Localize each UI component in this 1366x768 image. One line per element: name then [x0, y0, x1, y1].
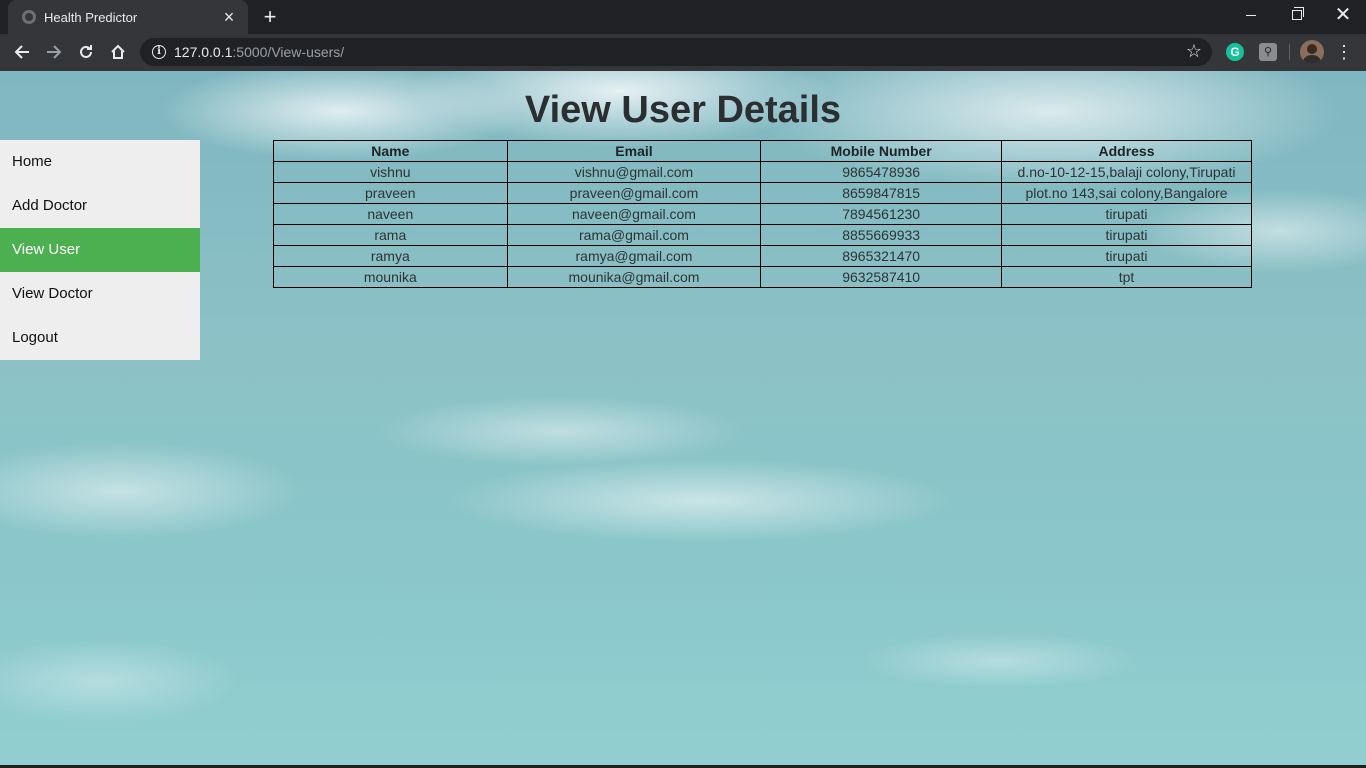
- cell-name: praveen: [273, 182, 508, 204]
- sidebar-item-home[interactable]: Home: [0, 140, 200, 184]
- cell-name: naveen: [273, 203, 508, 225]
- forward-button[interactable]: [40, 38, 68, 66]
- address-bar[interactable]: i 127.0.0.1:5000/View-users/ ☆: [140, 38, 1212, 66]
- table-row: ramya ramya@gmail.com 8965321470 tirupat…: [273, 245, 1252, 267]
- table-row: mounika mounika@gmail.com 9632587410 tpt: [273, 266, 1252, 288]
- cell-email: mounika@gmail.com: [506, 266, 762, 288]
- home-button[interactable]: [104, 38, 132, 66]
- cell-mobile-number: 9632587410: [760, 266, 1003, 288]
- cell-mobile-number: 8965321470: [760, 245, 1003, 267]
- tab-strip: Health Predictor × + ✕: [0, 0, 1366, 34]
- restore-button[interactable]: [1274, 0, 1320, 30]
- back-button[interactable]: [8, 38, 36, 66]
- home-icon: [111, 44, 125, 59]
- column-header-mobile-number: Mobile Number: [760, 140, 1003, 162]
- grammarly-icon[interactable]: G: [1226, 43, 1244, 61]
- cell-email: rama@gmail.com: [506, 224, 762, 246]
- kebab-menu-icon[interactable]: ⋮: [1334, 40, 1354, 64]
- toolbar-divider: [1289, 44, 1290, 60]
- close-window-button[interactable]: ✕: [1320, 0, 1366, 30]
- column-header-address: Address: [1001, 140, 1252, 162]
- url-host: 127.0.0.1: [174, 44, 233, 60]
- users-table: Name Email Mobile Number Address vishnu …: [273, 140, 1252, 288]
- cell-name: ramya: [273, 245, 508, 267]
- cell-address: tirupati: [1001, 203, 1252, 225]
- table-row: vishnu vishnu@gmail.com 9865478936 d.no-…: [273, 161, 1252, 183]
- avatar[interactable]: [1300, 40, 1324, 64]
- sidebar-item-view-user[interactable]: View User: [0, 228, 200, 272]
- table-row: praveen praveen@gmail.com 8659847815 plo…: [273, 182, 1252, 204]
- cell-address: plot.no 143,sai colony,Bangalore: [1001, 182, 1252, 204]
- bulb-icon[interactable]: ⚲: [1259, 43, 1277, 61]
- sidebar-item-view-doctor[interactable]: View Doctor: [0, 272, 200, 316]
- cell-mobile-number: 8855669933: [760, 224, 1003, 246]
- cell-name: vishnu: [273, 161, 508, 183]
- page-viewport: View User Details Home Add Doctor View U…: [0, 71, 1366, 768]
- cell-email: naveen@gmail.com: [506, 203, 762, 225]
- sidebar: Home Add Doctor View User View Doctor Lo…: [0, 140, 200, 360]
- tab-title: Health Predictor: [44, 9, 138, 25]
- cell-address: tirupati: [1001, 224, 1252, 246]
- restore-icon: [1292, 7, 1304, 20]
- info-icon[interactable]: i: [152, 45, 166, 59]
- cell-name: rama: [273, 224, 508, 246]
- cell-address: tpt: [1001, 266, 1252, 288]
- column-header-name: Name: [273, 140, 508, 162]
- column-header-email: Email: [506, 140, 762, 162]
- url-path: :5000/View-users/: [232, 44, 345, 60]
- arrow-left-icon: [14, 45, 29, 59]
- star-icon[interactable]: ☆: [1186, 41, 1202, 62]
- cell-address: d.no-10-12-15,balaji colony,Tirupati: [1001, 161, 1252, 183]
- globe-icon: [22, 10, 36, 24]
- close-icon: ✕: [1334, 4, 1352, 26]
- tab-close-icon[interactable]: ×: [220, 8, 238, 26]
- cell-email: ramya@gmail.com: [506, 245, 762, 267]
- cell-address: tirupati: [1001, 245, 1252, 267]
- browser-tab[interactable]: Health Predictor ×: [8, 0, 248, 34]
- new-tab-button[interactable]: +: [258, 6, 282, 28]
- cell-email: praveen@gmail.com: [506, 182, 762, 204]
- minimize-button[interactable]: [1228, 0, 1274, 30]
- cell-email: vishnu@gmail.com: [506, 161, 762, 183]
- minimize-icon: [1246, 14, 1256, 16]
- arrow-right-icon: [47, 45, 62, 59]
- reload-button[interactable]: [72, 38, 100, 66]
- cell-mobile-number: 8659847815: [760, 182, 1003, 204]
- sidebar-item-logout[interactable]: Logout: [0, 316, 200, 360]
- cell-mobile-number: 7894561230: [760, 203, 1003, 225]
- reload-icon: [80, 45, 92, 58]
- browser-toolbar: i 127.0.0.1:5000/View-users/ ☆: [0, 34, 1366, 71]
- table-row: naveen naveen@gmail.com 7894561230 tirup…: [273, 203, 1252, 225]
- table-row: rama rama@gmail.com 8855669933 tirupati: [273, 224, 1252, 246]
- sidebar-item-add-doctor[interactable]: Add Doctor: [0, 184, 200, 228]
- page-title: View User Details: [524, 89, 842, 131]
- cell-mobile-number: 9865478936: [760, 161, 1003, 183]
- table-header-row: Name Email Mobile Number Address: [273, 140, 1252, 162]
- cell-name: mounika: [273, 266, 508, 288]
